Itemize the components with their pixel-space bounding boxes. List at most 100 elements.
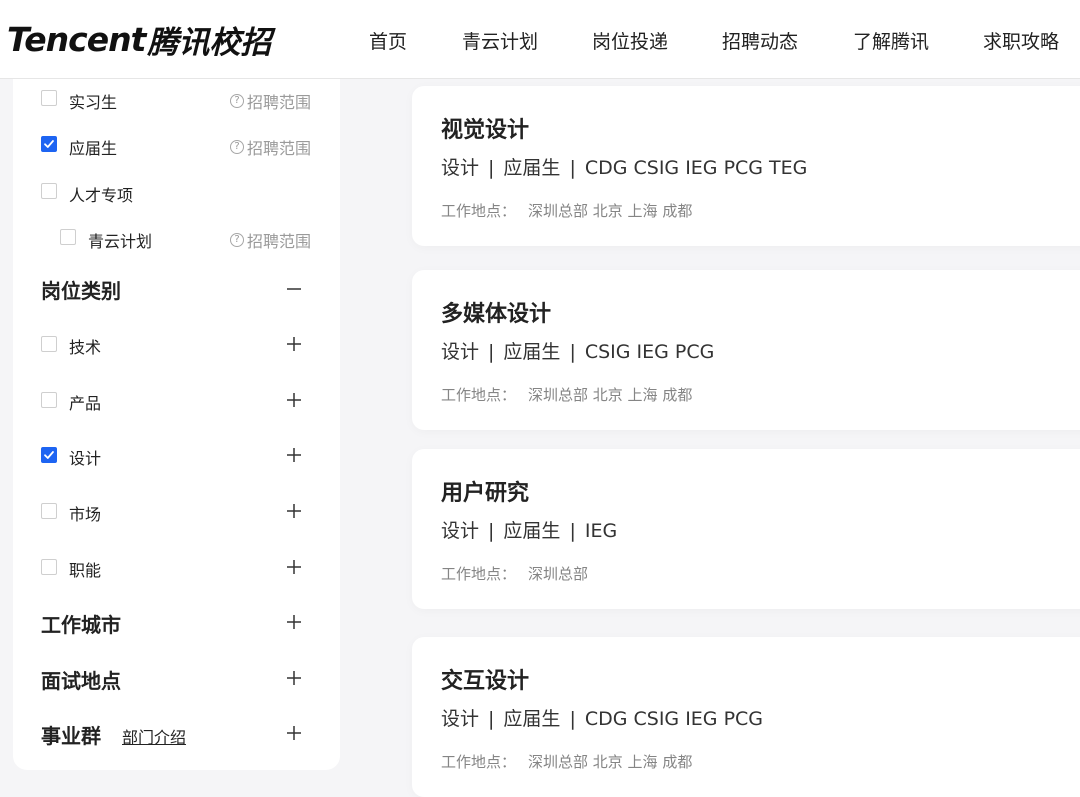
job-groups: IEG [584,520,618,542]
section-title: 面试地点 [41,669,121,693]
job-card-multimedia-design[interactable]: 多媒体设计 设计 | 应届生 | CSIG IEG PCG 工作地点： 深圳总部 北京 上… [412,270,1080,430]
check-icon [44,451,54,459]
nav-about[interactable]: 了解腾讯 [853,27,929,54]
filter-sidebar: 实习生 ? 招聘范围 应届生 ? 招聘范围 人才专项 青云计划 ? 招聘范围 岗位类别… [13,79,340,770]
job-category: 设计 [441,708,480,730]
plus-icon[interactable] [286,670,302,686]
location-label: 工作地点： [441,753,517,771]
category-option-function: 职能 [13,553,340,583]
location-values: 深圳总部 [528,565,589,583]
job-location: 工作地点： 深圳总部 北京 上海 成都 [441,751,692,772]
intern-checkbox[interactable] [41,90,57,106]
recruit-scope-link[interactable]: ? 招聘范围 [229,89,311,113]
plus-icon[interactable] [286,336,302,352]
filter-option-talent: 人才专项 [13,176,340,206]
option-label: 职能 [69,561,102,580]
job-meta: 设计 | 应届生 | CDG CSIG IEG PCG TEG [441,157,808,179]
graduate-checkbox[interactable] [41,136,57,152]
job-meta: 设计 | 应届生 | CSIG IEG PCG [441,341,715,363]
option-label: 青云计划 [88,232,153,251]
location-label: 工作地点： [441,565,517,583]
recruit-scope-link[interactable]: ? 招聘范围 [229,228,311,252]
option-label: 产品 [69,394,102,413]
location-label: 工作地点： [441,386,517,404]
job-groups: CDG CSIG IEG PCG TEG [584,157,808,179]
option-label: 市场 [69,505,102,524]
job-groups: CSIG IEG PCG [584,341,715,363]
job-meta: 设计 | 应届生 | CDG CSIG IEG PCG [441,708,764,730]
job-card-interaction-design[interactable]: 交互设计 设计 | 应届生 | CDG CSIG IEG PCG 工作地点： 深圳总部 北… [412,637,1080,797]
job-location: 工作地点： 深圳总部 [441,563,588,584]
section-title: 事业群 [41,724,101,748]
job-category: 设计 [441,157,480,179]
category-option-market: 市场 [13,497,340,527]
category-option-design: 设计 [13,441,340,471]
option-label: 技术 [69,338,102,357]
option-label: 应届生 [69,139,118,158]
question-icon: ? [229,140,244,154]
option-label: 实习生 [69,93,118,112]
filter-option-graduate: 应届生 ? 招聘范围 [13,129,340,159]
job-category: 设计 [441,520,480,542]
product-checkbox[interactable] [41,392,57,408]
qingyun-checkbox[interactable] [60,229,76,245]
category-option-product: 产品 [13,386,340,416]
location-values: 深圳总部 北京 上海 成都 [528,202,693,220]
plus-icon[interactable] [286,725,302,741]
plus-icon[interactable] [286,392,302,408]
interview-location-header[interactable]: 面试地点 [13,663,340,693]
function-checkbox[interactable] [41,559,57,575]
job-type: 应届生 [503,341,561,363]
design-checkbox[interactable] [41,447,57,463]
department-intro-link[interactable]: 部门介绍 [122,724,186,748]
nav-qingyun[interactable]: 青云计划 [462,27,538,54]
job-type: 应届生 [503,520,561,542]
filter-option-qingyun: 青云计划 ? 招聘范围 [13,222,340,252]
plus-icon[interactable] [286,447,302,463]
option-label: 人才专项 [69,186,134,205]
nav-home[interactable]: 首页 [369,27,407,54]
recruit-scope-link[interactable]: ? 招聘范围 [229,135,311,159]
scope-label: 招聘范围 [246,232,311,251]
question-icon: ? [229,233,244,247]
tech-checkbox[interactable] [41,336,57,352]
job-title: 用户研究 [441,481,530,506]
job-location: 工作地点： 深圳总部 北京 上海 成都 [441,200,692,221]
nav-job-apply[interactable]: 岗位投递 [592,27,668,54]
plus-icon[interactable] [286,503,302,519]
location-label: 工作地点： [441,202,517,220]
job-card-visual-design[interactable]: 视觉设计 设计 | 应届生 | CDG CSIG IEG PCG TEG 工作地点： 深圳… [412,86,1080,246]
talent-checkbox[interactable] [41,183,57,199]
work-city-header[interactable]: 工作城市 [13,607,340,637]
job-location: 工作地点： 深圳总部 北京 上海 成都 [441,384,692,405]
nav-guide[interactable]: 求职攻略 [983,27,1059,54]
nav-recruit-news[interactable]: 招聘动态 [722,27,798,54]
market-checkbox[interactable] [41,503,57,519]
job-card-user-research[interactable]: 用户研究 设计 | 应届生 | IEG 工作地点： 深圳总部 [412,449,1080,609]
top-header: Tencent 腾讯校招 首页 青云计划 岗位投递 招聘动态 了解腾讯 求职攻略 [0,0,1080,79]
option-label: 设计 [69,449,102,468]
job-meta: 设计 | 应届生 | IEG [441,520,618,542]
minus-icon[interactable] [286,281,302,297]
location-values: 深圳总部 北京 上海 成都 [528,386,693,404]
plus-icon[interactable] [286,559,302,575]
plus-icon[interactable] [286,614,302,630]
scope-label: 招聘范围 [246,139,311,158]
section-title: 岗位类别 [41,279,121,303]
filter-option-intern: 实习生 ? 招聘范围 [13,83,340,113]
category-option-tech: 技术 [13,330,340,360]
job-groups: CDG CSIG IEG PCG [584,708,764,730]
job-title: 多媒体设计 [441,302,552,327]
job-category-header[interactable]: 岗位类别 [13,273,340,303]
main-nav: 首页 青云计划 岗位投递 招聘动态 了解腾讯 求职攻略 [0,0,1080,79]
job-title: 视觉设计 [441,118,530,143]
question-icon: ? [229,94,244,108]
location-values: 深圳总部 北京 上海 成都 [528,753,693,771]
job-category: 设计 [441,341,480,363]
job-type: 应届生 [503,157,561,179]
job-type: 应届生 [503,708,561,730]
business-group-header[interactable]: 事业群 部门介绍 [13,718,340,748]
job-title: 交互设计 [441,669,530,694]
scope-label: 招聘范围 [246,93,311,112]
section-title: 工作城市 [41,613,121,637]
